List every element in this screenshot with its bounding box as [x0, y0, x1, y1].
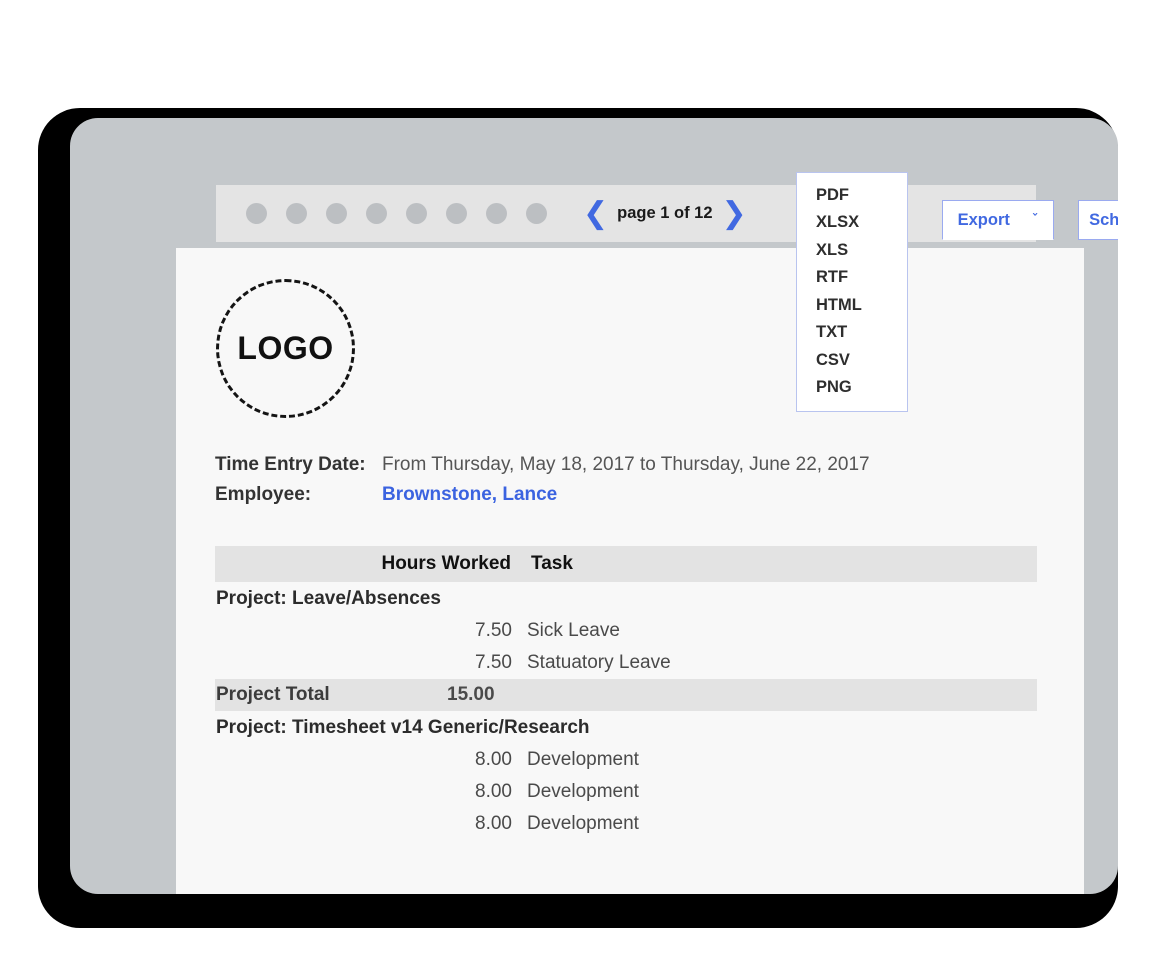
toolbar-dot[interactable]: [446, 203, 467, 224]
table-row: 8.00 Development: [215, 808, 1037, 840]
cell-task: Statuatory Leave: [527, 652, 671, 673]
logo-placeholder-icon: LOGO: [216, 279, 355, 418]
cell-hours: 8.00: [475, 813, 512, 834]
cell-task: Development: [527, 749, 639, 770]
toolbar-dot-strip: [246, 203, 547, 224]
export-menu-item-csv[interactable]: CSV: [797, 347, 907, 374]
export-menu-item-txt[interactable]: TXT: [797, 319, 907, 346]
table-header-row: Hours Worked Task: [215, 546, 1037, 582]
meta-label: Time Entry Date:: [215, 454, 366, 475]
device-screen: ❮ page 1 of 12 ❯ Export ˇ Schedule ˇ PDF…: [70, 118, 1118, 894]
timesheet-table: Hours Worked Task Project: Leave/Absence…: [215, 546, 1037, 840]
project-total-label: Project Total: [216, 684, 330, 705]
cell-task: Development: [527, 813, 639, 834]
table-row: 7.50 Statuatory Leave: [215, 647, 1037, 679]
project-total-hours: 15.00: [447, 684, 495, 705]
toolbar-dot[interactable]: [526, 203, 547, 224]
chevron-left-icon[interactable]: ❮: [583, 198, 608, 229]
toolbar-dot[interactable]: [406, 203, 427, 224]
cell-hours: 8.00: [475, 781, 512, 802]
report-meta-block: Time Entry Date: From Thursday, May 18, …: [215, 454, 870, 514]
export-menu-item-xlsx[interactable]: XLSX: [797, 209, 907, 236]
export-menu-item-pdf[interactable]: PDF: [797, 182, 907, 209]
column-header-task: Task: [531, 553, 573, 574]
meta-label: Employee:: [215, 484, 312, 505]
cell-task: Development: [527, 781, 639, 802]
table-project-total-row: Project Total 15.00: [215, 679, 1037, 711]
export-dropdown-menu: PDF XLSX XLS RTF HTML TXT CSV PNG: [796, 172, 908, 413]
cell-hours: 8.00: [475, 749, 512, 770]
meta-value-date-range: From Thursday, May 18, 2017 to Thursday,…: [382, 454, 870, 475]
logo-text: LOGO: [237, 330, 334, 366]
page-indicator-label: page 1 of 12: [617, 204, 713, 222]
device-frame: ❮ page 1 of 12 ❯ Export ˇ Schedule ˇ PDF…: [38, 108, 1118, 928]
column-header-hours-worked: Hours Worked: [381, 553, 511, 574]
pagination-control: ❮ page 1 of 12 ❯: [583, 198, 747, 229]
meta-row-time-entry-date: Time Entry Date: From Thursday, May 18, …: [215, 454, 870, 484]
toolbar-dot[interactable]: [246, 203, 267, 224]
meta-value-employee-link[interactable]: Brownstone, Lance: [382, 484, 557, 506]
chevron-down-icon: ˇ: [1031, 212, 1039, 228]
table-row: 8.00 Development: [215, 744, 1037, 776]
toolbar-dot[interactable]: [366, 203, 387, 224]
export-menu-item-png[interactable]: PNG: [797, 374, 907, 401]
schedule-button-label: Schedule: [1089, 210, 1118, 229]
export-button[interactable]: Export ˇ: [942, 200, 1054, 240]
group-title: Project: Timesheet v14 Generic/Research: [216, 716, 590, 738]
group-title: Project: Leave/Absences: [216, 587, 441, 609]
export-menu-item-xls[interactable]: XLS: [797, 237, 907, 264]
chevron-right-icon[interactable]: ❯: [722, 198, 747, 229]
report-document-page: LOGO Time Entry Date: From Thursday, May…: [176, 248, 1084, 894]
export-menu-item-html[interactable]: HTML: [797, 292, 907, 319]
toolbar-dot[interactable]: [286, 203, 307, 224]
meta-row-employee: Employee: Brownstone, Lance: [215, 484, 870, 514]
export-menu-item-rtf[interactable]: RTF: [797, 264, 907, 291]
report-toolbar: ❮ page 1 of 12 ❯ Export ˇ Schedule ˇ: [216, 185, 1118, 242]
cell-hours: 7.50: [475, 620, 512, 641]
cell-task: Sick Leave: [527, 620, 620, 641]
table-row: 8.00 Development: [215, 776, 1037, 808]
table-group-row: Project: Timesheet v14 Generic/Research: [215, 711, 1037, 744]
table-group-row: Project: Leave/Absences: [215, 582, 1037, 615]
toolbar-dot[interactable]: [486, 203, 507, 224]
export-button-label: Export: [957, 210, 1010, 229]
cell-hours: 7.50: [475, 652, 512, 673]
toolbar-dot[interactable]: [326, 203, 347, 224]
table-row: 7.50 Sick Leave: [215, 615, 1037, 647]
schedule-button[interactable]: Schedule ˇ: [1078, 200, 1118, 240]
